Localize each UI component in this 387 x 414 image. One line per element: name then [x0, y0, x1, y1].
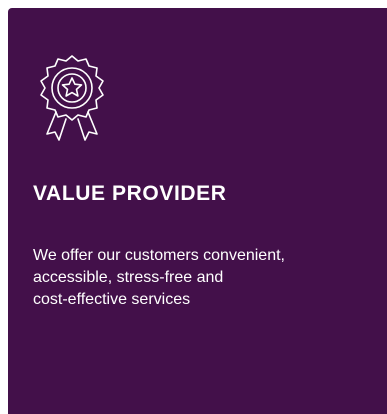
description-line: We offer our customers convenient,	[33, 247, 285, 264]
description-line: cost-effective services	[33, 291, 191, 308]
award-ribbon-icon	[32, 52, 112, 147]
value-provider-card: VALUE PROVIDER We offer our customers co…	[8, 8, 387, 414]
card-title: VALUE PROVIDER	[33, 182, 227, 205]
description-line: accessible, stress-free and	[33, 269, 224, 286]
card-description: We offer our customers convenient, acces…	[33, 245, 378, 311]
